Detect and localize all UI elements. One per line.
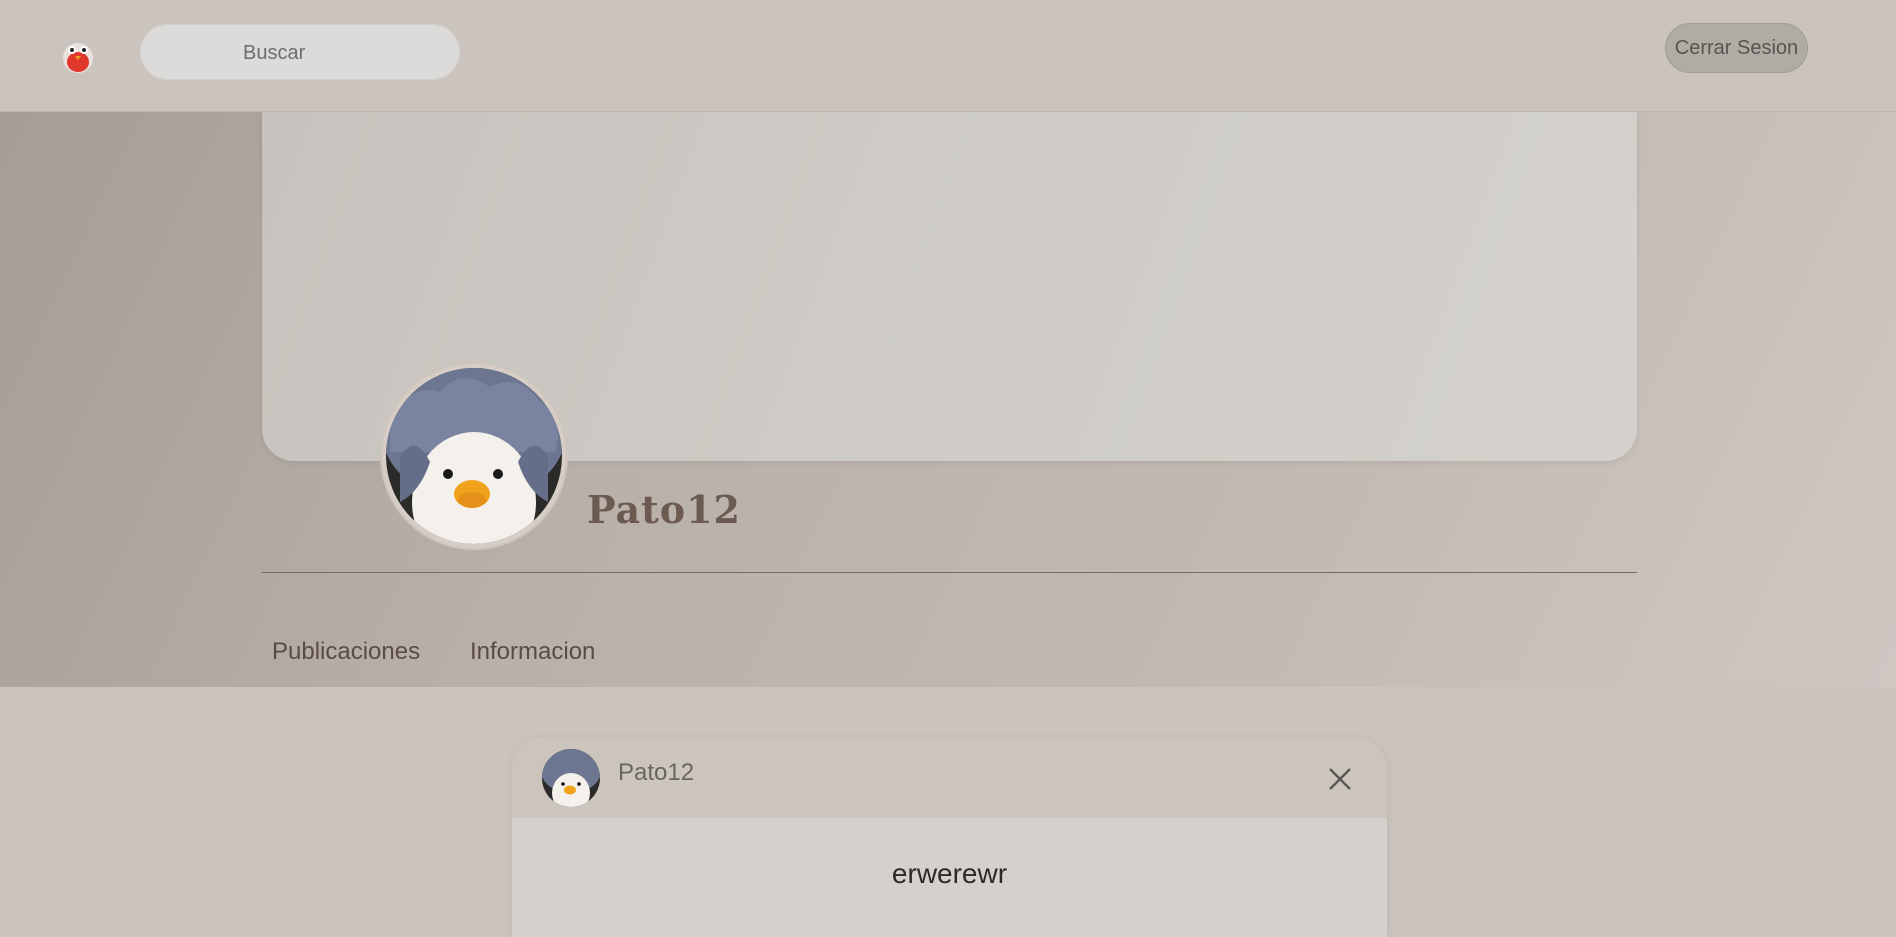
post-body: erwerewr — [512, 818, 1387, 937]
top-navigation-bar: Cerrar Sesion — [0, 0, 1896, 112]
post-header: Pato12 — [512, 737, 1387, 818]
search-input[interactable] — [241, 39, 445, 67]
logout-button-label: Cerrar Sesion — [1674, 36, 1799, 59]
profile-avatar[interactable] — [380, 362, 568, 550]
post-author-name: Pato12 — [618, 759, 695, 786]
profile-header: Pato12 Publicaciones Informacion — [0, 111, 1896, 687]
post-author-avatar[interactable] — [542, 749, 600, 807]
logout-button[interactable]: Cerrar Sesion — [1665, 23, 1808, 73]
post-text: erwerewr — [891, 858, 1008, 889]
post-card: Pato12 erwerewr — [512, 737, 1387, 937]
search-box[interactable] — [140, 24, 460, 80]
tab-publicaciones[interactable]: Publicaciones — [272, 638, 420, 666]
tab-informacion[interactable]: Informacion — [470, 638, 595, 666]
close-icon[interactable] — [1326, 765, 1354, 793]
profile-username: Pato12 — [587, 487, 741, 532]
profile-divider — [262, 572, 1637, 573]
bird-logo-icon[interactable] — [58, 36, 98, 76]
